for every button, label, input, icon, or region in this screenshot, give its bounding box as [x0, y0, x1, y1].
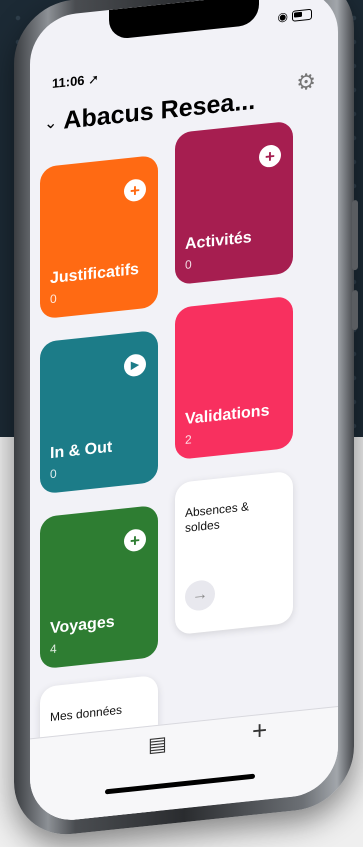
tile-in-out[interactable]: ▶ In & Out 0: [40, 329, 158, 495]
side-button: [352, 289, 358, 331]
tile-count: 2: [185, 432, 192, 448]
tile-validations[interactable]: Validations 2: [175, 295, 293, 461]
play-button[interactable]: ▶: [124, 353, 146, 378]
location-icon: ➚: [88, 71, 100, 88]
volume-button: [352, 199, 358, 271]
notch: [109, 0, 259, 41]
phone-frame: 11:06 ➚ ◉ ⌄ Abacus Resea... ⚙ + Justific…: [14, 0, 358, 840]
home-indicator: [105, 773, 255, 795]
document-icon[interactable]: ▤: [148, 731, 167, 758]
tile-label: Absences & soldes: [185, 499, 250, 536]
settings-gear-icon[interactable]: ⚙: [296, 68, 316, 96]
add-justificatif-button[interactable]: +: [124, 178, 146, 203]
tile-label: Mes données: [50, 702, 123, 725]
wifi-icon: ◉: [277, 9, 288, 25]
chevron-down-icon: ⌄: [44, 113, 58, 133]
tile-count: 0: [50, 466, 57, 482]
phone-screen: 11:06 ➚ ◉ ⌄ Abacus Resea... ⚙ + Justific…: [30, 0, 338, 825]
tile-label: Voyages: [50, 613, 115, 638]
battery-icon: [292, 8, 312, 22]
add-activite-button[interactable]: +: [259, 143, 281, 169]
tile-absences-soldes[interactable]: Absences & soldes →: [175, 470, 293, 636]
tile-label: Justificatifs: [50, 260, 139, 288]
tile-count: 0: [185, 257, 192, 273]
status-icons: ◉: [277, 7, 312, 25]
tile-label: In & Out: [50, 438, 113, 463]
status-time: 11:06 ➚: [52, 71, 100, 92]
tile-label: Activités: [185, 229, 252, 254]
arrow-right-icon[interactable]: →: [185, 578, 215, 613]
tile-count: 4: [50, 641, 57, 657]
tile-justificatifs[interactable]: + Justificatifs 0: [40, 154, 158, 320]
tile-activites[interactable]: + Activités 0: [175, 120, 293, 286]
add-voyage-button[interactable]: +: [124, 528, 146, 553]
add-button[interactable]: +: [252, 714, 267, 747]
tile-count: 0: [50, 291, 57, 307]
tile-voyages[interactable]: + Voyages 4: [40, 504, 158, 670]
tile-label: Validations: [185, 402, 270, 429]
